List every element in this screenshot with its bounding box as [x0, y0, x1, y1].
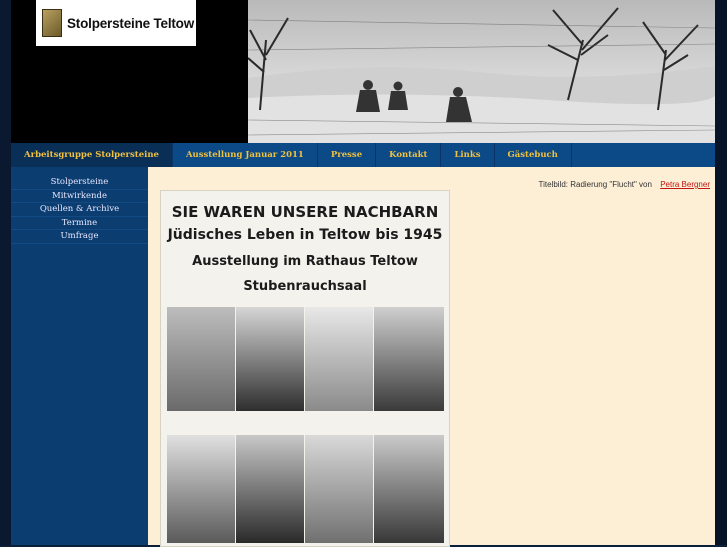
caption-text: Titelbild: Radierung "Flucht" von [538, 180, 652, 189]
poster-line-3: Ausstellung im Rathaus Teltow [192, 254, 418, 269]
poster-line-4: Stubenrauchsaal [243, 279, 367, 294]
logo-text: Stolpersteine Teltow [67, 15, 195, 31]
portrait-photo [305, 435, 373, 543]
sidebar-item-umfrage[interactable]: Umfrage [11, 230, 148, 244]
sidebar-item-mitwirkende[interactable]: Mitwirkende [11, 190, 148, 203]
portrait-photo [167, 307, 235, 411]
sidebar: Stolpersteine Mitwirkende Quellen & Arch… [11, 167, 148, 545]
logo-stone-icon [42, 9, 62, 37]
nav-item-presse[interactable]: Presse [318, 143, 377, 167]
poster-line-1: SIE WAREN UNSERE NACHBARN [171, 203, 439, 221]
site-logo[interactable]: Stolpersteine Teltow [36, 0, 196, 46]
portrait-photo [167, 435, 235, 543]
main-content: Titelbild: Radierung "Flucht" von Petra … [148, 167, 715, 547]
nav-item-kontakt[interactable]: Kontakt [376, 143, 442, 167]
nav-item-ausstellung[interactable]: Ausstellung Januar 2011 [173, 143, 318, 167]
nav-item-gaestebuch[interactable]: Gästebuch [495, 143, 572, 167]
nav-item-arbeitsgruppe[interactable]: Arbeitsgruppe Stolpersteine [11, 143, 173, 167]
portrait-photo [305, 307, 373, 411]
main-navigation: Arbeitsgruppe Stolpersteine Ausstellung … [11, 143, 715, 167]
sidebar-item-quellen-archive[interactable]: Quellen & Archive [11, 203, 148, 217]
exhibition-poster[interactable]: SIE WAREN UNSERE NACHBARN Jüdisches Lebe… [160, 190, 450, 547]
portrait-photo [374, 307, 444, 411]
portrait-photo [374, 435, 444, 543]
sidebar-item-termine[interactable]: Termine [11, 217, 148, 230]
poster-line-2: Jüdisches Leben in Teltow bis 1945 [167, 227, 443, 243]
nav-item-links[interactable]: Links [441, 143, 495, 167]
sidebar-item-stolpersteine[interactable]: Stolpersteine [11, 176, 148, 190]
artist-link[interactable]: Petra Bergner [660, 180, 710, 189]
page-border-right [715, 0, 727, 545]
header-banner-image [248, 0, 715, 143]
portrait-photo [236, 307, 304, 411]
page: Stolpersteine Teltow Arbeitsgruppe Stolp… [0, 0, 727, 547]
portrait-photo [236, 435, 304, 543]
image-caption: Titelbild: Radierung "Flucht" von Petra … [539, 180, 710, 189]
